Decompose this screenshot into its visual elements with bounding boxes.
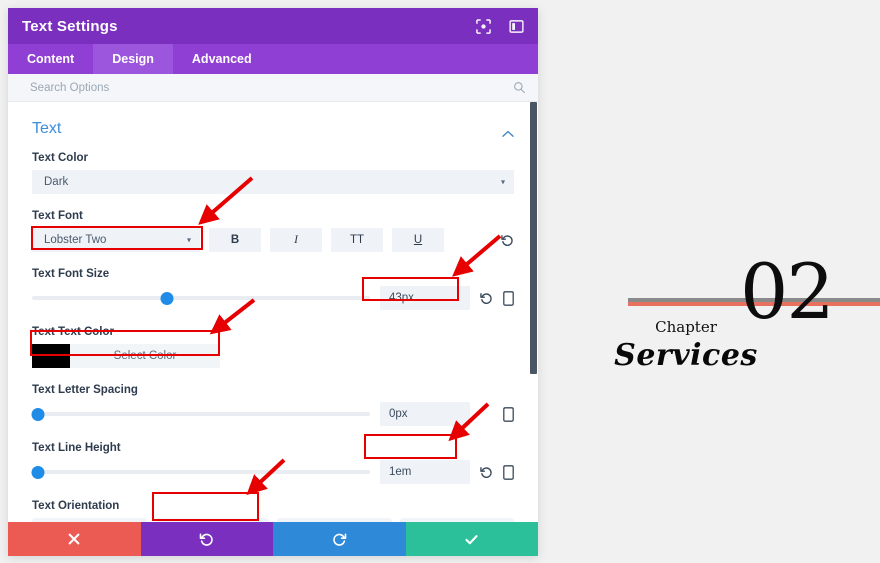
tab-content[interactable]: Content: [8, 44, 93, 74]
field-text-color: Text Color Dark ▾: [32, 152, 514, 194]
reset-icon[interactable]: [480, 292, 493, 305]
field-text-font-size: Text Font Size 43px: [32, 268, 514, 310]
field-text-font: Text Font Lobster Two ▾ B I TT U: [32, 210, 514, 252]
underline-button[interactable]: U: [392, 228, 444, 252]
text-letter-spacing-value[interactable]: 0px: [380, 402, 470, 426]
tab-design[interactable]: Design: [93, 44, 173, 74]
text-letter-spacing-slider[interactable]: [31, 407, 370, 421]
italic-button[interactable]: I: [270, 228, 322, 252]
slider-thumb[interactable]: [31, 465, 45, 479]
select-color-button[interactable]: Select Color: [70, 344, 220, 368]
page-title: Text Settings: [22, 17, 118, 35]
bold-button[interactable]: B: [209, 228, 261, 252]
text-color-select[interactable]: Dark ▾: [32, 170, 514, 194]
text-line-height-label: Text Line Height: [32, 442, 121, 454]
settings-scroll-area: Text Text Color Dark ▾ Text Font Lobster…: [8, 102, 538, 522]
search-input[interactable]: [30, 81, 513, 94]
text-line-height-slider[interactable]: [31, 465, 370, 479]
text-font-size-label: Text Font Size: [32, 268, 110, 280]
text-settings-modal: Text Settings Content Design Advanced Se…: [8, 8, 538, 556]
preview-canvas: 02 Chapter Services: [560, 0, 880, 563]
scrollbar-thumb[interactable]: [530, 102, 537, 374]
chevron-up-icon[interactable]: [502, 125, 514, 137]
tab-advanced[interactable]: Advanced: [173, 44, 271, 74]
titlebar-icons: [476, 18, 524, 34]
redo-button[interactable]: [273, 522, 406, 556]
focus-target-icon[interactable]: [476, 18, 491, 34]
slider-thumb[interactable]: [160, 291, 174, 305]
reset-icon[interactable]: [480, 466, 493, 479]
slider-thumb[interactable]: [31, 407, 45, 421]
field-text-letter-spacing: Text Letter Spacing 0px: [31, 384, 514, 426]
field-text-text-color: Text Text Color Select Color: [32, 326, 514, 368]
text-color-value: Dark: [44, 176, 69, 188]
screen: Text Settings Content Design Advanced Se…: [0, 0, 880, 563]
field-text-line-height: Text Line Height 1em: [31, 442, 514, 484]
align-right-button[interactable]: [277, 518, 392, 522]
mobile-icon[interactable]: [503, 464, 514, 480]
text-text-color-picker[interactable]: Select Color: [32, 344, 220, 368]
align-left-button[interactable]: [32, 518, 147, 522]
mobile-icon[interactable]: [503, 406, 514, 422]
preview-title: Services: [614, 338, 758, 373]
search-bar: [8, 74, 538, 102]
reset-icon[interactable]: [501, 234, 514, 247]
section-title: Text: [32, 120, 62, 137]
align-center-button[interactable]: [154, 518, 269, 522]
text-letter-spacing-label: Text Letter Spacing: [32, 384, 138, 396]
layout-panel-icon[interactable]: [509, 19, 524, 34]
text-font-label: Text Font: [32, 210, 83, 222]
chevron-down-icon: ▾: [500, 177, 505, 187]
save-button[interactable]: [405, 522, 538, 556]
preview-chapter-label: Chapter: [655, 318, 717, 336]
modal-titlebar: Text Settings: [8, 8, 538, 44]
undo-button[interactable]: [140, 522, 273, 556]
chevron-down-icon: ▾: [186, 235, 191, 245]
text-orientation-label: Text Orientation: [32, 500, 120, 512]
scrollbar-track[interactable]: [529, 102, 538, 522]
text-font-value: Lobster Two: [44, 234, 107, 246]
text-line-height-value[interactable]: 1em: [380, 460, 470, 484]
text-font-select[interactable]: Lobster Two ▾: [32, 228, 200, 252]
modal-footer: [8, 522, 538, 556]
align-justify-button[interactable]: [399, 518, 514, 522]
section-header-text[interactable]: Text: [32, 116, 514, 152]
search-icon[interactable]: [513, 81, 526, 94]
text-font-size-slider[interactable]: [32, 291, 370, 305]
uppercase-button[interactable]: TT: [331, 228, 383, 252]
color-swatch[interactable]: [32, 344, 70, 368]
field-text-orientation: Text Orientation: [32, 500, 514, 522]
text-text-color-label: Text Text Color: [32, 326, 114, 338]
mobile-icon[interactable]: [503, 290, 514, 306]
text-font-size-value[interactable]: 43px: [380, 286, 470, 310]
tab-bar: Content Design Advanced: [8, 44, 538, 74]
cancel-button[interactable]: [8, 522, 141, 556]
text-color-label: Text Color: [32, 152, 89, 164]
